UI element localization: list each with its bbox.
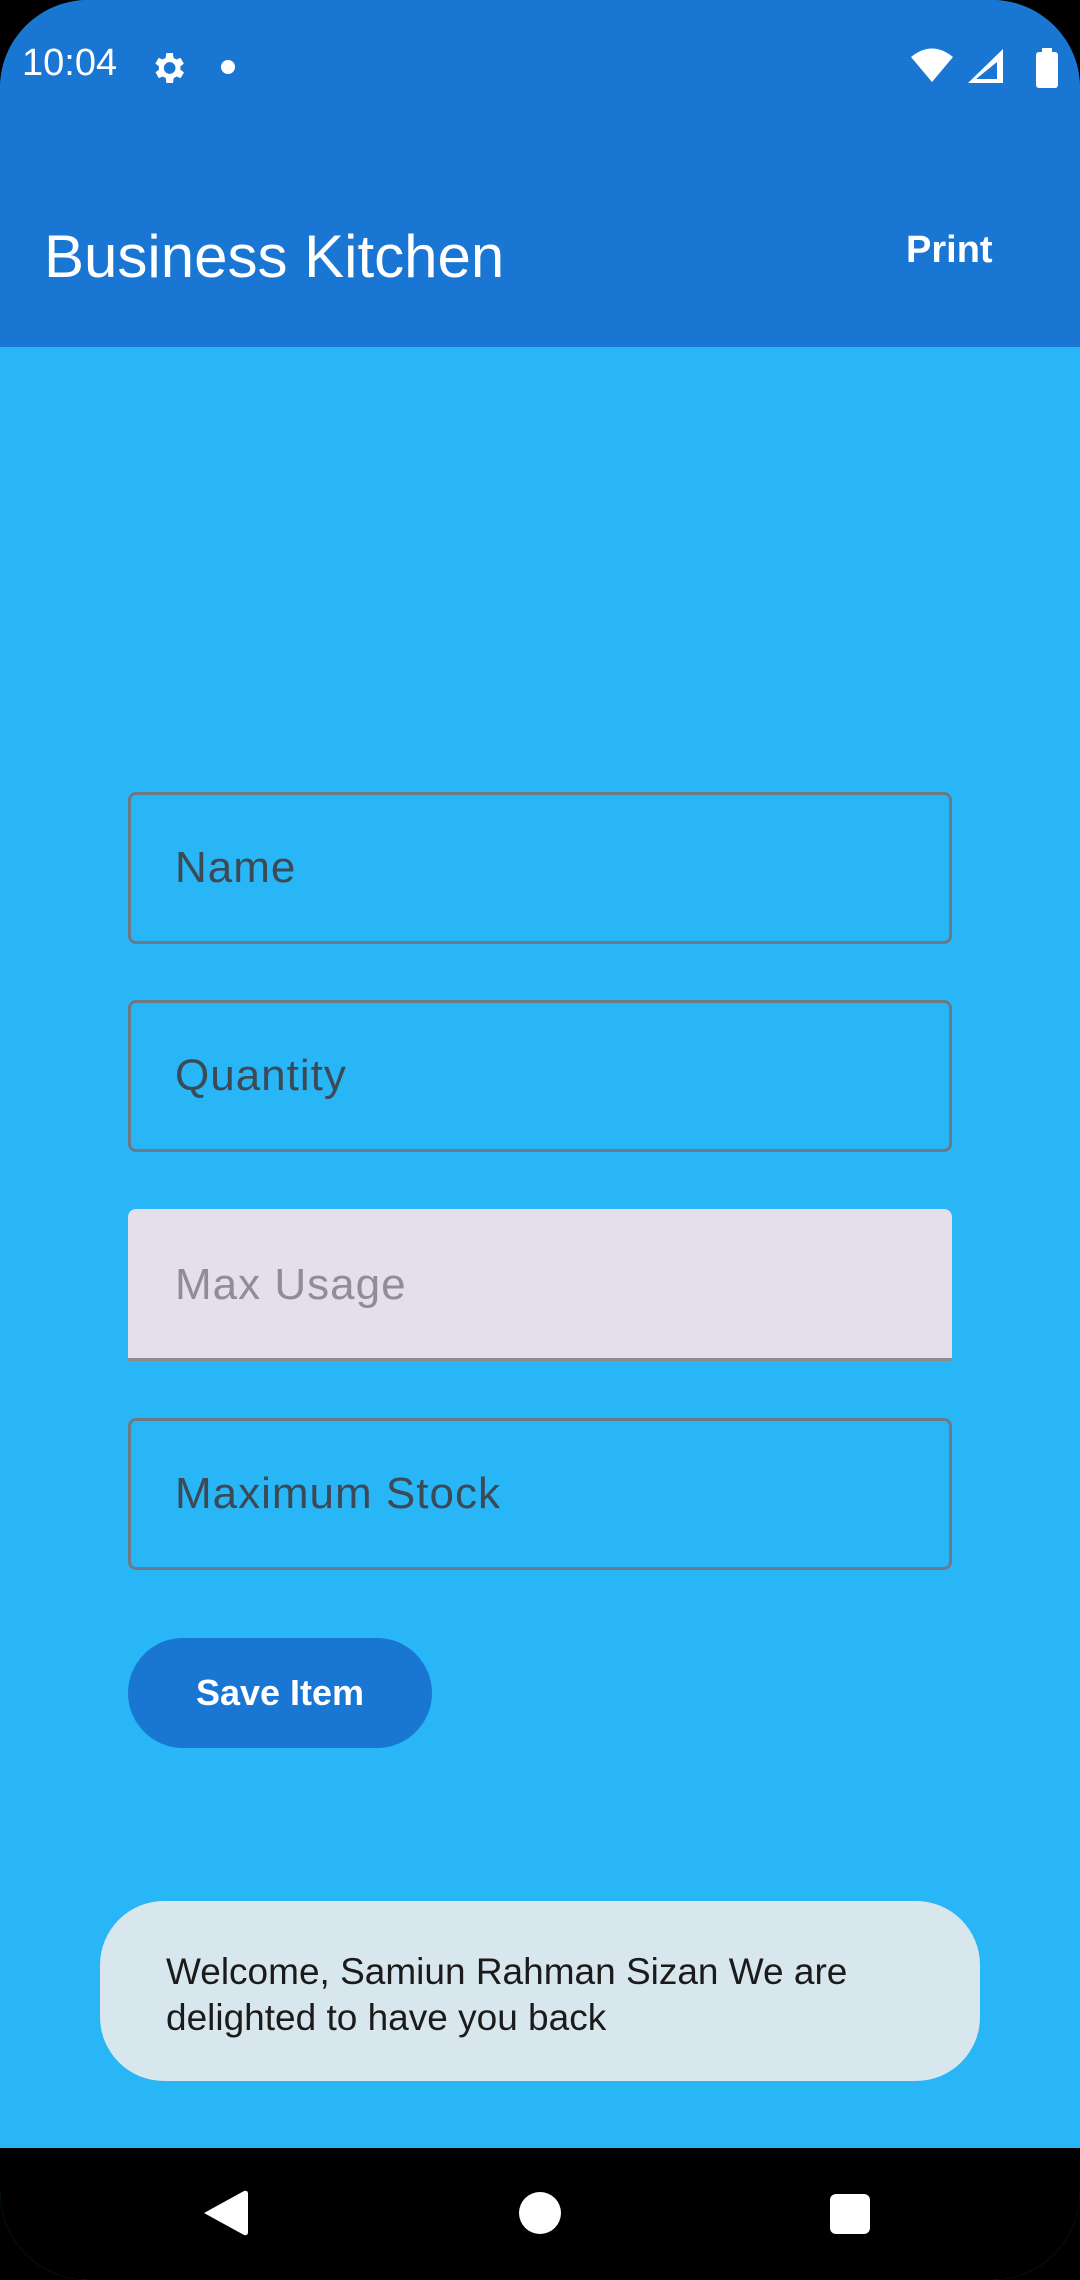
quantity-placeholder: Quantity (175, 1051, 347, 1100)
wifi-icon (911, 48, 953, 82)
recents-icon[interactable] (830, 2194, 870, 2234)
print-button[interactable]: Print (906, 231, 993, 269)
notification-dot-icon (221, 60, 235, 74)
signal-icon (968, 49, 1003, 83)
max-usage-placeholder: Max Usage (175, 1260, 407, 1309)
battery-icon (1036, 48, 1058, 88)
quantity-field[interactable]: Quantity (128, 1000, 952, 1152)
maximum-stock-placeholder: Maximum Stock (175, 1469, 501, 1518)
home-icon[interactable] (519, 2192, 561, 2234)
welcome-toast: Welcome, Samiun Rahman Sizan We are deli… (100, 1901, 980, 2081)
app-bar: Business Kitchen Print (0, 135, 1080, 347)
navigation-bar (0, 2148, 1080, 2280)
maximum-stock-field[interactable]: Maximum Stock (128, 1418, 952, 1570)
status-time: 10:04 (22, 42, 118, 84)
name-field[interactable]: Name (128, 792, 952, 944)
name-placeholder: Name (175, 843, 297, 892)
page-title: Business Kitchen (44, 223, 505, 290)
screen: 10:04 Business Kitchen Print Name Quanti… (0, 0, 1080, 2280)
toast-message: Welcome, Samiun Rahman Sizan We are deli… (166, 1951, 848, 2038)
gear-icon (148, 48, 188, 88)
save-item-button[interactable]: Save Item (128, 1638, 432, 1748)
back-icon[interactable] (204, 2190, 248, 2236)
status-bar: 10:04 (0, 0, 1080, 135)
max-usage-field[interactable]: Max Usage (128, 1209, 952, 1361)
